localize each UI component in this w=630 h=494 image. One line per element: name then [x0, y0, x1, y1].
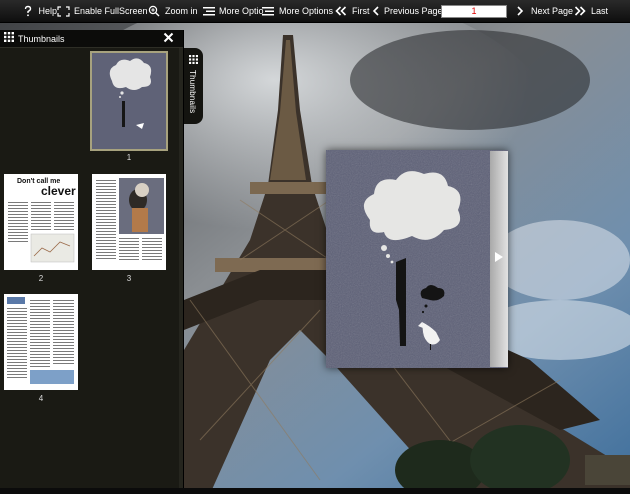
chevron-right-icon — [513, 4, 527, 18]
thumbnail-number: 2 — [38, 274, 44, 283]
zoom-in-icon — [147, 4, 161, 18]
double-chevron-left-icon — [334, 4, 348, 18]
help-icon — [21, 4, 34, 18]
fullscreen-label: Enable FullScreen — [74, 6, 148, 16]
thumbnails-scrollbar[interactable] — [179, 48, 183, 488]
more-options-button-2[interactable]: More Options — [261, 0, 334, 23]
thumbnail-number: 4 — [38, 394, 44, 403]
grid-icon — [189, 55, 198, 67]
grid-icon — [4, 32, 14, 45]
triangle-right-icon — [494, 251, 504, 266]
more-options-button[interactable]: More Optio — [203, 0, 264, 23]
thumbnail-number: 3 — [126, 274, 132, 283]
double-chevron-right-icon — [573, 4, 587, 18]
first-page-label: First — [352, 6, 370, 16]
zoom-in-label: Zoom in — [165, 6, 198, 16]
page-number-input[interactable] — [441, 4, 507, 18]
last-page-label: Last — [591, 6, 609, 16]
more-options-label-2: More Options — [279, 6, 334, 16]
thumbnails-header: Thumbnails — [0, 30, 183, 48]
thumbnails-panel: Thumbnails 1 Don't call me clever 2 3 4 — [0, 30, 184, 488]
more-options-label: More Optio — [219, 6, 264, 16]
help-label: Help — [38, 6, 57, 16]
chevron-left-icon — [372, 4, 380, 18]
close-icon[interactable] — [163, 32, 175, 46]
last-page-button[interactable]: Last — [573, 0, 613, 23]
thumbnail-image — [4, 294, 78, 390]
first-page-button[interactable]: First — [334, 0, 372, 23]
thumbnail-image — [92, 174, 166, 270]
thumbnails-title: Thumbnails — [18, 33, 65, 44]
zoom-in-button[interactable]: Zoom in — [147, 0, 203, 23]
toolbar: Help Enable FullScreen Zoom in More Opti… — [0, 0, 630, 23]
previous-page-label: Previous Page — [384, 6, 443, 16]
thumbnail-number: 1 — [126, 153, 132, 162]
thumbnails-side-tab[interactable]: Thumbnails — [184, 48, 203, 124]
side-tab-label: Thumbnails — [188, 70, 197, 114]
fullscreen-icon — [57, 4, 70, 18]
next-page-label: Next Page — [530, 6, 573, 16]
list-icon — [261, 4, 275, 18]
next-page-button[interactable]: Next Page — [513, 0, 573, 23]
previous-page-button[interactable]: Previous Page — [372, 0, 443, 23]
help-button[interactable]: Help — [21, 0, 57, 23]
cover-illustration — [326, 150, 508, 368]
bottom-bar — [0, 488, 630, 494]
thumbnail-image: Don't call me clever — [4, 174, 78, 270]
fullscreen-button[interactable]: Enable FullScreen — [57, 0, 148, 23]
list-icon — [203, 4, 215, 18]
thumbnail-image — [90, 51, 168, 151]
next-page-flip-area[interactable] — [490, 151, 508, 367]
book-cover-page[interactable] — [326, 150, 508, 368]
